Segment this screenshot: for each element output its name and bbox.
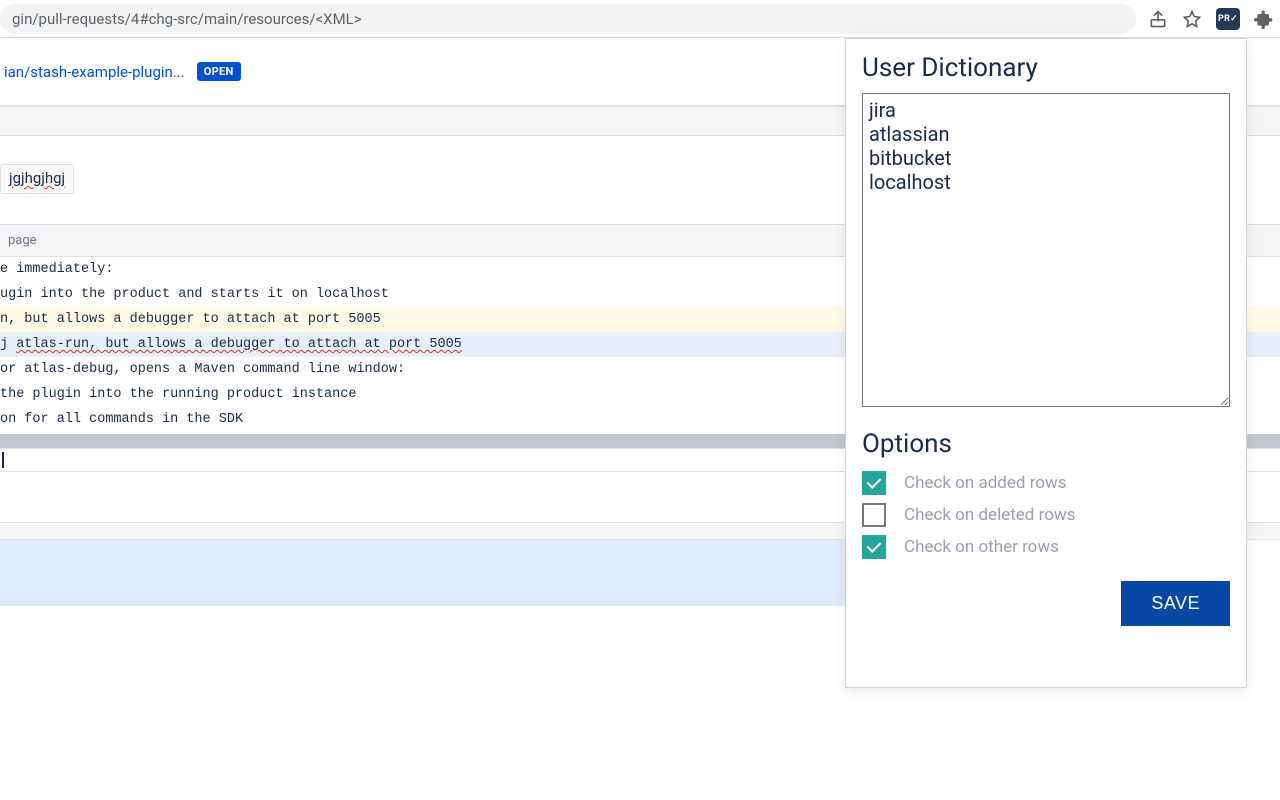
save-button[interactable]: SAVE	[1121, 581, 1230, 626]
share-icon[interactable]	[1148, 9, 1168, 29]
dictionary-heading: User Dictionary	[862, 53, 1230, 83]
extension-popup: User Dictionary Options Check on added r…	[845, 38, 1247, 688]
toolbar-actions: PR✓	[1148, 8, 1274, 30]
option-row: Check on other rows	[862, 535, 1230, 559]
checkbox[interactable]	[862, 535, 886, 559]
option-row: Check on added rows	[862, 471, 1230, 495]
text-cursor	[2, 452, 4, 468]
typo-chip[interactable]: jgjhgjhgj	[0, 164, 74, 194]
extension-icon[interactable]: PR✓	[1216, 8, 1240, 30]
browser-toolbar: gin/pull-requests/4#chg-src/main/resourc…	[0, 0, 1280, 38]
url-text: gin/pull-requests/4#chg-src/main/resourc…	[12, 10, 362, 28]
option-label: Check on added rows	[904, 473, 1067, 493]
option-label: Check on deleted rows	[904, 505, 1075, 525]
checkbox[interactable]	[862, 503, 886, 527]
dictionary-textarea[interactable]	[862, 93, 1230, 407]
option-label: Check on other rows	[904, 537, 1059, 557]
typo-text: jgjhgjhgj	[9, 169, 65, 187]
checkbox[interactable]	[862, 471, 886, 495]
extensions-icon[interactable]	[1254, 9, 1274, 29]
options-list: Check on added rows Check on deleted rows…	[862, 471, 1230, 567]
star-icon[interactable]	[1182, 9, 1202, 29]
option-row: Check on deleted rows	[862, 503, 1230, 527]
address-bar[interactable]: gin/pull-requests/4#chg-src/main/resourc…	[0, 4, 1136, 34]
status-badge: OPEN	[197, 62, 241, 81]
options-heading: Options	[862, 429, 1230, 459]
pr-breadcrumb[interactable]: ian/stash-example-plugin...	[0, 63, 185, 81]
